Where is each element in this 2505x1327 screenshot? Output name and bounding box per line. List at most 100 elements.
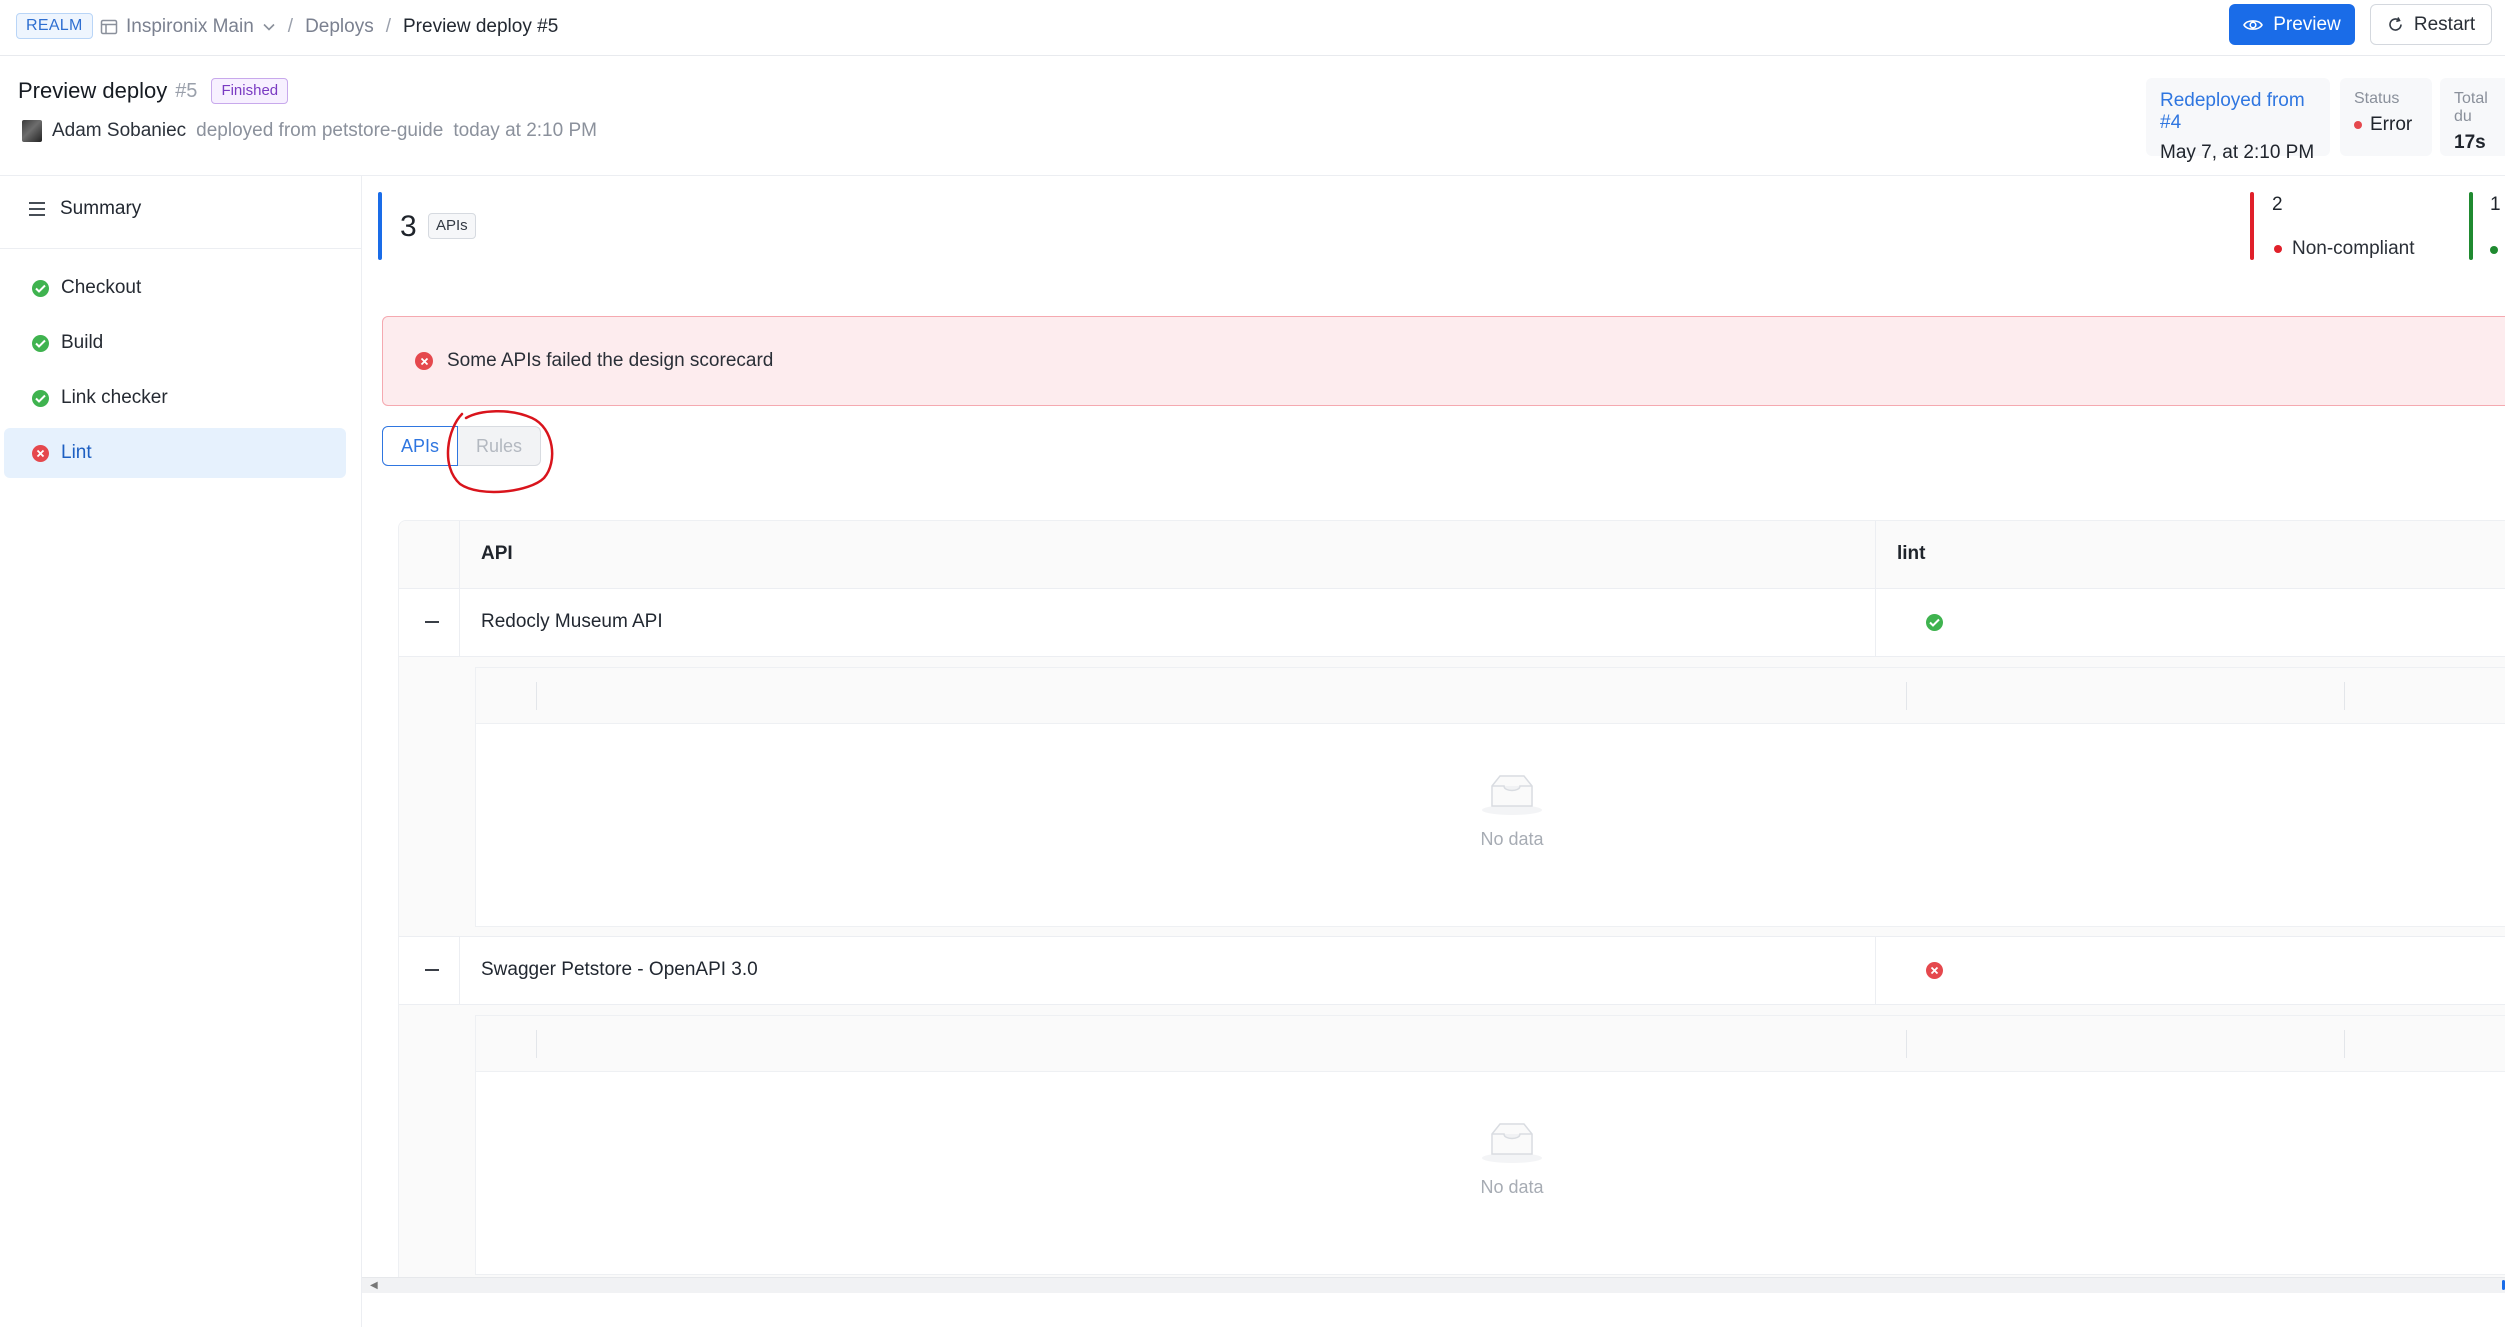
error-circle-icon (1926, 962, 1943, 979)
deploy-header: Preview deploy #5 Finished Adam Sobaniec… (0, 56, 2505, 176)
duration-label: Total du (2454, 90, 2488, 125)
collapse-icon[interactable] (425, 969, 439, 971)
nested-table: No data (475, 667, 2505, 927)
redeploy-card: Redeployed from #4 May 7, at 2:10 PM (2146, 78, 2330, 163)
sidebar-item-link-checker[interactable]: Link checker (4, 373, 346, 423)
error-dot (2354, 120, 2362, 129)
column-header-lint: lint (1897, 543, 1926, 564)
compliant-stat-bar (2469, 192, 2473, 260)
title-row: Preview deploy #5 Finished (18, 78, 289, 104)
preview-button-label: Preview (2273, 13, 2341, 35)
redeploy-link[interactable]: Redeployed from #4 (2160, 90, 2316, 134)
column-divider (536, 682, 537, 710)
column-divider (1906, 682, 1907, 710)
column-header-api: API (481, 543, 513, 564)
deploy-number: #5 (175, 79, 198, 102)
error-alert: Some APIs failed the design scorecard (382, 316, 2505, 406)
sidebar-item-label: Checkout (61, 277, 142, 298)
duration-card: Total du 17s (2440, 78, 2505, 156)
breadcrumb-current: Preview deploy #5 (403, 16, 559, 37)
table-row[interactable]: Redocly Museum API (399, 589, 2505, 657)
top-bar: REALM Inspironix Main / Deploys / Previe… (0, 0, 2505, 56)
alert-text: Some APIs failed the design scorecard (447, 350, 774, 371)
sidebar-item-lint[interactable]: Lint (4, 428, 346, 478)
status-label: Status (2354, 90, 2400, 107)
table-header: API lint (399, 521, 2505, 589)
column-divider (459, 521, 460, 589)
nested-table-header (476, 668, 2505, 724)
column-divider (1875, 937, 1876, 1005)
workspace-icon (100, 19, 118, 35)
redeploy-date: May 7, at 2:10 PM (2160, 142, 2315, 163)
horizontal-scrollbar[interactable]: ◀ (362, 1277, 2505, 1293)
column-divider (2344, 1030, 2345, 1058)
api-name: Swagger Petstore - OpenAPI 3.0 (481, 959, 758, 980)
noncompliant-label-row: Non-compliant (2274, 238, 2415, 260)
collapse-icon[interactable] (425, 621, 439, 623)
chevron-down-icon (263, 23, 275, 31)
empty-state: No data (1452, 1120, 1572, 1198)
column-divider (2344, 682, 2345, 710)
compliant-count: 1 (2490, 194, 2501, 215)
column-divider (459, 937, 460, 1005)
restart-button[interactable]: Restart (2370, 4, 2492, 45)
sidebar-item-build[interactable]: Build (4, 318, 346, 368)
sidebar-item-label: Lint (61, 442, 92, 463)
empty-state: No data (1452, 772, 1572, 850)
sidebar-item-checkout[interactable]: Checkout (4, 263, 346, 313)
summary-label: Summary (60, 198, 142, 219)
sidebar: Summary Checkout Build Link checker Lint (0, 176, 362, 1327)
error-dot (2274, 245, 2282, 253)
column-divider (459, 589, 460, 657)
apis-count: 3 (400, 210, 417, 243)
sidebar-divider (0, 248, 362, 249)
annotation-circle (446, 410, 554, 494)
sidebar-item-label: Build (61, 332, 104, 353)
apis-chip: APIs (428, 213, 476, 239)
restart-button-label: Restart (2413, 13, 2476, 35)
success-dot (2490, 246, 2498, 254)
table-row[interactable]: Swagger Petstore - OpenAPI 3.0 (399, 937, 2505, 1005)
column-divider (1875, 589, 1876, 657)
empty-inbox-icon (1482, 1123, 1542, 1163)
column-divider (1906, 1030, 1907, 1058)
avatar (22, 120, 42, 142)
noncompliant-stat-bar (2250, 192, 2254, 260)
duration-value: 17s (2454, 132, 2486, 153)
scroll-left-icon[interactable]: ◀ (370, 1280, 378, 1291)
nested-table-header (476, 1016, 2505, 1072)
sidebar-item-label: Link checker (61, 387, 168, 408)
apis-stat-bar (378, 192, 382, 260)
author-name: Adam Sobaniec (52, 120, 187, 141)
empty-state-text: No data (1480, 1177, 1544, 1197)
check-circle-icon (32, 334, 49, 352)
check-circle-icon (32, 279, 49, 297)
sidebar-item-summary[interactable]: Summary (28, 198, 141, 220)
breadcrumb-deploys[interactable]: Deploys (305, 16, 374, 38)
nested-table: No data (475, 1015, 2505, 1275)
check-circle-icon (32, 389, 49, 407)
error-circle-icon (415, 352, 433, 370)
status-value: Error (2370, 114, 2413, 135)
workspace-switcher[interactable]: Inspironix Main (100, 16, 276, 38)
empty-state-text: No data (1480, 829, 1544, 849)
breadcrumb: Inspironix Main / Deploys / Preview depl… (100, 13, 558, 41)
realm-badge: REALM (16, 13, 93, 39)
status-value-row: Error (2354, 114, 2418, 136)
deploy-time: today at 2:10 PM (453, 120, 597, 141)
empty-inbox-icon (1482, 775, 1542, 815)
status-card: Status Error (2340, 78, 2432, 156)
preview-button[interactable]: Preview (2229, 4, 2355, 45)
row-details: No data (399, 1005, 2505, 1279)
deploy-meta: Adam Sobaniec deployed from petstore-gui… (22, 120, 597, 142)
breadcrumb-separator: / (385, 16, 391, 37)
column-divider (1875, 521, 1876, 589)
menu-icon (29, 202, 45, 216)
column-divider (536, 1030, 537, 1058)
noncompliant-label: Non-compliant (2292, 238, 2415, 259)
status-badge: Finished (211, 78, 289, 104)
eye-icon (2243, 19, 2264, 30)
error-circle-icon (32, 444, 49, 462)
breadcrumb-separator: / (287, 16, 294, 37)
api-name: Redocly Museum API (481, 611, 663, 632)
